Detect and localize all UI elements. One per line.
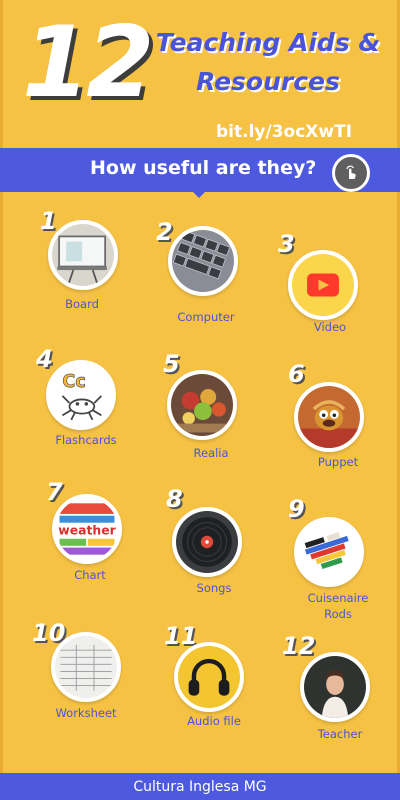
fruit-basket-icon [167, 370, 237, 440]
tap-button[interactable] [332, 154, 370, 192]
footer: Cultura Inglesa MG [0, 773, 400, 800]
item-number: 7 [46, 478, 63, 506]
item-label: Songs [196, 581, 232, 595]
item-label: Realia [193, 446, 229, 460]
headphones-icon [174, 642, 244, 712]
item-board[interactable]: 1 Board [22, 205, 142, 325]
item-number: 12 [282, 632, 316, 660]
title-line-1: Teaching Aids & [155, 28, 381, 57]
item-number: 1 [40, 207, 57, 235]
item-label: Cuisenaire Rods [278, 591, 398, 622]
teacher-icon [300, 652, 370, 722]
item-computer[interactable]: 2 Computer [146, 218, 266, 338]
banner-question: How useful are they? [90, 157, 317, 179]
rods-icon [294, 517, 364, 587]
item-number: 9 [288, 495, 305, 523]
item-chart[interactable]: 7 weather Chart [30, 478, 150, 598]
item-flashcards[interactable]: 4 Cc Flashcards [26, 345, 146, 465]
item-audio-file[interactable]: 11 Audio file [152, 620, 272, 740]
banner-notch [191, 190, 207, 198]
item-songs[interactable]: 8 Songs [154, 485, 274, 605]
item-label: Flashcards [55, 433, 117, 447]
play-button-icon [288, 250, 358, 320]
item-number: 2 [156, 218, 173, 246]
puppet-icon [294, 382, 364, 452]
header: 12 Teaching Aids & Resources bit.ly/3ocX… [0, 0, 400, 150]
item-cuisenaire-rods[interactable]: 9 Cuisenaire Rods [270, 495, 390, 621]
footer-credit: Cultura Inglesa MG [133, 778, 267, 795]
worksheet-icon [51, 632, 121, 702]
vinyl-record-icon [172, 507, 242, 577]
title-line-2: Resources [196, 66, 340, 96]
item-puppet[interactable]: 6 Puppet [270, 360, 390, 480]
keyboard-icon [168, 226, 238, 296]
item-label: Puppet [317, 455, 359, 469]
item-label-line-1: Cuisenaire [307, 591, 369, 605]
crab-flashcard-icon: Cc [46, 360, 116, 430]
item-label: Teacher [317, 727, 363, 741]
item-number: 4 [36, 345, 53, 373]
item-realia[interactable]: 5 Realia [145, 350, 265, 470]
item-teacher[interactable]: 12 Teacher [278, 632, 398, 752]
item-label: Audio file [187, 714, 241, 728]
item-number: 6 [288, 360, 305, 388]
whiteboard-icon [48, 220, 118, 290]
hand-tap-icon [346, 165, 356, 179]
svg-text:Cc: Cc [62, 372, 86, 392]
item-number: 3 [278, 230, 295, 258]
item-label: Computer [177, 310, 235, 324]
item-label-line-2: Rods [324, 606, 352, 621]
page-title: Teaching Aids & Resources [138, 24, 398, 102]
item-video[interactable]: 3 Video [266, 230, 386, 350]
svg-text:weather: weather [58, 522, 116, 537]
short-link[interactable]: bit.ly/3ocXwTI [216, 122, 352, 142]
item-number: 5 [163, 350, 180, 378]
item-label: Worksheet [55, 706, 117, 720]
item-label: Video [313, 320, 347, 334]
weather-chart-icon: weather [52, 494, 122, 564]
header-number: 12 [22, 6, 154, 120]
item-worksheet[interactable]: 10 Worksheet [26, 615, 146, 735]
item-label: Chart [74, 568, 106, 582]
item-number: 8 [166, 485, 183, 513]
item-label: Board [65, 297, 99, 311]
